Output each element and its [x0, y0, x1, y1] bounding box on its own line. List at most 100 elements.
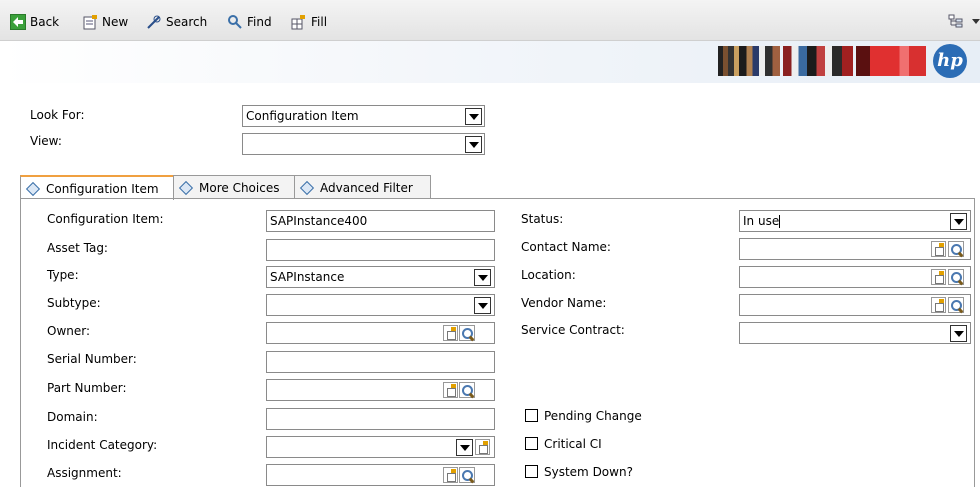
chevron-down-icon[interactable]	[950, 325, 967, 342]
serial-number-label: Serial Number:	[47, 352, 137, 366]
hp-logo-text: hp	[937, 50, 963, 71]
diamond-icon	[299, 180, 315, 195]
tab-advanced-filter[interactable]: Advanced Filter	[294, 175, 431, 199]
diamond-icon	[178, 180, 194, 195]
view-label: View:	[30, 134, 62, 148]
search-icon[interactable]	[459, 382, 475, 398]
pending-change-label: Pending Change	[544, 409, 642, 423]
fill-icon[interactable]	[931, 241, 946, 257]
find-button[interactable]: Find	[227, 13, 272, 31]
banner-photo-1	[718, 46, 780, 76]
status-select[interactable]: In use	[739, 210, 971, 232]
domain-input[interactable]	[266, 408, 495, 430]
look-for-label: Look For:	[30, 108, 85, 122]
type-label: Type:	[47, 268, 79, 282]
tab-label: More Choices	[199, 180, 280, 195]
tab-label: Configuration Item	[46, 181, 159, 196]
search-pen-icon	[146, 14, 162, 30]
pending-change-checkbox[interactable]	[525, 409, 538, 422]
search-label: Search	[166, 15, 208, 29]
chevron-down-icon[interactable]	[465, 108, 482, 125]
new-document-icon	[82, 14, 98, 30]
diamond-icon	[25, 181, 41, 196]
system-down-checkbox[interactable]	[525, 465, 538, 478]
critical-ci-checkbox[interactable]	[525, 437, 538, 450]
back-label: Back	[30, 15, 60, 29]
look-for-select[interactable]: Configuration Item	[242, 105, 485, 127]
configuration-item-label: Configuration Item:	[47, 212, 164, 226]
contact-name-input[interactable]	[739, 238, 971, 260]
status-value: In use	[743, 214, 780, 228]
service-contract-label: Service Contract:	[521, 323, 625, 337]
fill-icon[interactable]	[443, 382, 458, 398]
fill-icon[interactable]	[475, 439, 490, 455]
back-button[interactable]: Back	[10, 13, 59, 31]
tree-view-icon	[948, 13, 964, 29]
new-label: New	[102, 15, 129, 29]
look-for-value: Configuration Item	[246, 109, 359, 123]
domain-label: Domain:	[47, 410, 98, 424]
asset-tag-label: Asset Tag:	[47, 241, 108, 255]
assignment-input[interactable]	[266, 464, 495, 486]
asset-tag-input[interactable]	[266, 239, 495, 261]
fill-icon	[291, 14, 307, 30]
part-number-input[interactable]	[266, 379, 495, 401]
fill-icon[interactable]	[931, 297, 946, 313]
configuration-item-input[interactable]: SAPInstance400	[266, 210, 495, 232]
banner-photo-2	[783, 46, 853, 76]
vendor-name-input[interactable]	[739, 294, 971, 316]
subtype-select[interactable]	[266, 294, 495, 316]
back-arrow-icon	[10, 14, 26, 30]
incident-category-select[interactable]	[266, 436, 495, 458]
text-cursor	[779, 215, 781, 228]
banner-photo-3	[856, 46, 926, 76]
vendor-name-label: Vendor Name:	[521, 296, 607, 310]
fill-label: Fill	[311, 15, 328, 29]
header-banner: hp	[0, 41, 980, 83]
view-select[interactable]	[242, 133, 485, 155]
fill-icon[interactable]	[931, 269, 946, 285]
search-icon[interactable]	[459, 325, 475, 341]
search-icon[interactable]	[948, 269, 964, 285]
part-number-label: Part Number:	[47, 381, 127, 395]
status-label: Status:	[521, 212, 564, 226]
banner-photo-strip	[718, 46, 926, 76]
owner-input[interactable]	[266, 322, 495, 344]
location-input[interactable]	[739, 266, 971, 288]
critical-ci-label: Critical CI	[544, 437, 602, 451]
search-icon[interactable]	[948, 241, 964, 257]
fill-button[interactable]: Fill	[291, 13, 327, 31]
location-label: Location:	[521, 268, 576, 282]
type-select[interactable]: SAPInstance	[266, 266, 495, 288]
chevron-down-icon[interactable]	[474, 269, 491, 286]
options-menu-button[interactable]	[948, 13, 980, 32]
chevron-down-icon[interactable]	[474, 297, 491, 314]
hp-logo: hp	[933, 44, 967, 78]
fill-icon[interactable]	[443, 467, 458, 483]
magnifier-icon	[227, 14, 243, 30]
new-button[interactable]: New	[82, 13, 128, 31]
system-down-label: System Down?	[544, 465, 633, 479]
toolbar: Back New Search Find Fill	[0, 0, 980, 41]
search-icon[interactable]	[459, 467, 475, 483]
serial-number-input[interactable]	[266, 351, 495, 373]
assignment-label: Assignment:	[47, 466, 122, 480]
chevron-down-icon[interactable]	[465, 136, 482, 153]
incident-category-label: Incident Category:	[47, 438, 158, 452]
owner-label: Owner:	[47, 324, 91, 338]
tab-more-choices[interactable]: More Choices	[173, 175, 295, 199]
chevron-down-icon[interactable]	[456, 439, 473, 456]
find-label: Find	[247, 15, 272, 29]
configuration-item-value: SAPInstance400	[270, 214, 368, 228]
search-icon[interactable]	[948, 297, 964, 313]
contact-name-label: Contact Name:	[521, 240, 611, 254]
type-value: SAPInstance	[270, 270, 345, 284]
tab-label: Advanced Filter	[320, 180, 413, 195]
search-button[interactable]: Search	[146, 13, 207, 31]
subtype-label: Subtype:	[47, 296, 101, 310]
dropdown-arrow-icon	[972, 19, 980, 24]
tab-configuration-item[interactable]: Configuration Item	[20, 175, 174, 200]
fill-icon[interactable]	[443, 325, 458, 341]
chevron-down-icon[interactable]	[950, 213, 967, 230]
service-contract-select[interactable]	[739, 322, 971, 344]
